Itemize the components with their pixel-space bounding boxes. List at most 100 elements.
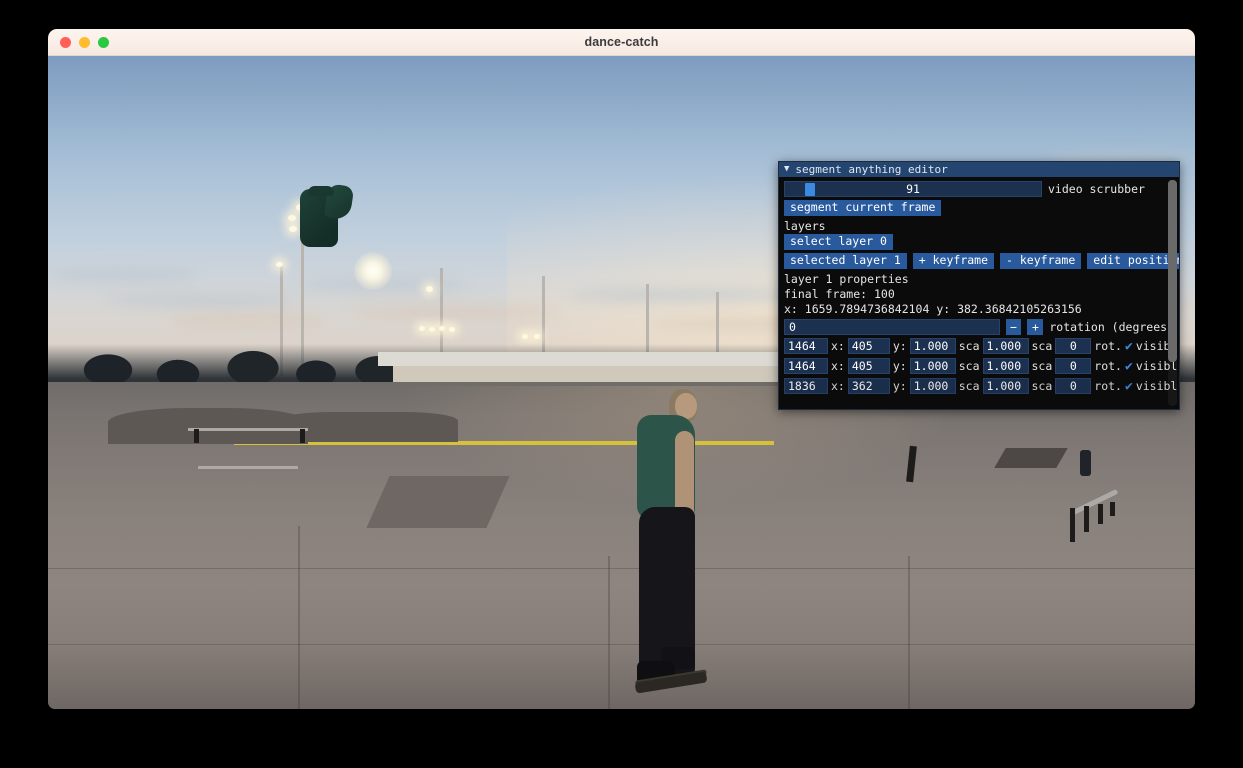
skateboarder	[631, 389, 708, 709]
layer-properties-heading: layer 1 properties	[784, 272, 909, 286]
keyframe-frame-input[interactable]	[784, 338, 828, 354]
keyframe-y-label: y:	[892, 379, 907, 393]
application-window: dance-catch ▼ segment anything editor 91…	[48, 29, 1195, 709]
keyframe-row[interactable]: x: y: sca sca rot. ✔ visibl	[784, 358, 1177, 374]
skate-bank	[994, 448, 1068, 468]
keyframe-x-label: x:	[831, 379, 845, 393]
skate-bank	[366, 476, 510, 528]
keyframe-scale-input[interactable]	[982, 338, 1029, 354]
rotation-increase-button[interactable]: +	[1027, 319, 1044, 335]
layer-actions-row: selected layer 1 + keyframe - keyframe e…	[784, 253, 1179, 269]
keyframe-rotation-input[interactable]	[1055, 338, 1092, 354]
keyframe-y-input[interactable]	[909, 338, 956, 354]
panel-body: 91 video scrubber segment current frame …	[779, 177, 1179, 409]
video-scrubber-slider[interactable]: 91	[784, 181, 1042, 197]
keyframe-x-input[interactable]	[847, 378, 890, 394]
close-window-button[interactable]	[60, 37, 71, 48]
keyframe-rotation-input[interactable]	[1055, 358, 1092, 374]
ground-seam	[608, 556, 610, 709]
select-layer-row: select layer 0	[784, 234, 1174, 250]
final-frame-text: final frame: 100	[784, 287, 895, 301]
rail-post	[1084, 506, 1089, 532]
collapse-triangle-icon[interactable]: ▼	[784, 165, 789, 174]
stadium-light	[522, 334, 528, 339]
keyframe-table: x: y: sca sca rot. ✔ visibl	[784, 338, 1177, 394]
cloud	[568, 288, 798, 302]
keyframe-x-input[interactable]	[847, 338, 890, 354]
maximize-window-button[interactable]	[98, 37, 109, 48]
rotation-row: − + rotation (degrees)	[784, 319, 1174, 335]
rail-post	[300, 429, 305, 443]
keyframe-rotation-label: rot.	[1094, 379, 1122, 393]
segment-current-frame-button[interactable]: segment current frame	[784, 200, 942, 216]
minimize-window-button[interactable]	[79, 37, 90, 48]
ground-seam	[908, 556, 910, 709]
traffic-light-group	[60, 29, 109, 56]
stadium-light	[439, 326, 445, 331]
rail-post	[194, 429, 199, 443]
stadium-light	[426, 286, 433, 292]
panel-scrollbar-thumb[interactable]	[1168, 180, 1177, 362]
rotation-input[interactable]	[784, 319, 1000, 335]
keyframe-row[interactable]: x: y: sca sca rot. ✔ visibl	[784, 338, 1177, 354]
keyframe-scale-label-2: sca	[1031, 339, 1053, 353]
keyframe-visible-checkbox[interactable]: ✔	[1125, 339, 1133, 354]
window-title-bar[interactable]: dance-catch	[48, 29, 1195, 56]
ground-seam	[48, 644, 1195, 645]
panel-title: segment anything editor	[795, 163, 948, 176]
skate-rail	[198, 466, 298, 469]
rail-post	[1070, 508, 1075, 542]
rotation-decrease-button[interactable]: −	[1005, 319, 1022, 335]
desktop-background: dance-catch ▼ segment anything editor 91…	[0, 0, 1243, 768]
keyframe-x-label: x:	[831, 339, 845, 353]
ground-seam	[48, 568, 1195, 569]
floating-shirt-layer[interactable]	[300, 183, 355, 248]
selected-layer-1-button[interactable]: selected layer 1	[784, 253, 907, 269]
keyframe-scale-label: sca	[958, 339, 980, 353]
panel-scrollbar[interactable]	[1168, 180, 1177, 406]
skate-rail	[188, 428, 308, 431]
panel-title-bar[interactable]: ▼ segment anything editor	[779, 162, 1179, 177]
keyframe-rotation-label: rot.	[1094, 339, 1122, 353]
scrubber-handle[interactable]	[805, 183, 816, 196]
ground-seam	[298, 526, 300, 709]
position-readout: x: 1659.7894736842104 y: 382.36842105263…	[784, 302, 1082, 316]
stadium-light	[419, 326, 425, 331]
stadium-light	[429, 327, 435, 332]
keyframe-frame-input[interactable]	[784, 358, 828, 374]
keyframe-y-input[interactable]	[909, 378, 956, 394]
keyframe-scale-label: sca	[958, 379, 980, 393]
keyframe-scale-input[interactable]	[982, 358, 1029, 374]
keyframe-y-label: y:	[892, 339, 907, 353]
background-skater	[1080, 450, 1091, 476]
keyframe-x-label: x:	[831, 359, 845, 373]
keyframe-frame-input[interactable]	[784, 378, 828, 394]
scrubber-value: 91	[906, 182, 920, 196]
stadium-light	[449, 327, 455, 332]
keyframe-row[interactable]: x: y: sca sca rot. ✔ visibl	[784, 378, 1177, 394]
window-title: dance-catch	[584, 34, 659, 49]
keyframe-scale-input[interactable]	[982, 378, 1029, 394]
layers-label: layers	[784, 219, 826, 233]
keyframe-x-input[interactable]	[847, 358, 890, 374]
keyframe-visible-checkbox[interactable]: ✔	[1125, 359, 1133, 374]
keyframe-visible-checkbox[interactable]: ✔	[1125, 379, 1133, 394]
keyframe-y-input[interactable]	[909, 358, 956, 374]
sun-flare	[354, 252, 392, 290]
add-keyframe-button[interactable]: + keyframe	[912, 253, 995, 269]
keyframe-scale-label-2: sca	[1031, 379, 1053, 393]
edit-position-button[interactable]: edit position	[1087, 253, 1179, 269]
video-scrubber-row: 91 video scrubber	[784, 181, 1174, 197]
keyframe-scale-label-2: sca	[1031, 359, 1053, 373]
skate-ramp	[278, 412, 458, 442]
stadium-light	[289, 226, 297, 232]
keyframe-rotation-input[interactable]	[1055, 378, 1092, 394]
segment-anything-editor-panel[interactable]: ▼ segment anything editor 91 video scrub…	[778, 161, 1180, 410]
remove-keyframe-button[interactable]: - keyframe	[1000, 253, 1082, 269]
cloud	[348, 306, 558, 318]
video-canvas[interactable]: ▼ segment anything editor 91 video scrub…	[48, 56, 1195, 709]
rotation-label: rotation (degrees)	[1049, 320, 1174, 334]
select-layer-0-button[interactable]: select layer 0	[784, 234, 893, 250]
keyframe-y-label: y:	[892, 359, 907, 373]
stadium-light	[288, 215, 296, 221]
